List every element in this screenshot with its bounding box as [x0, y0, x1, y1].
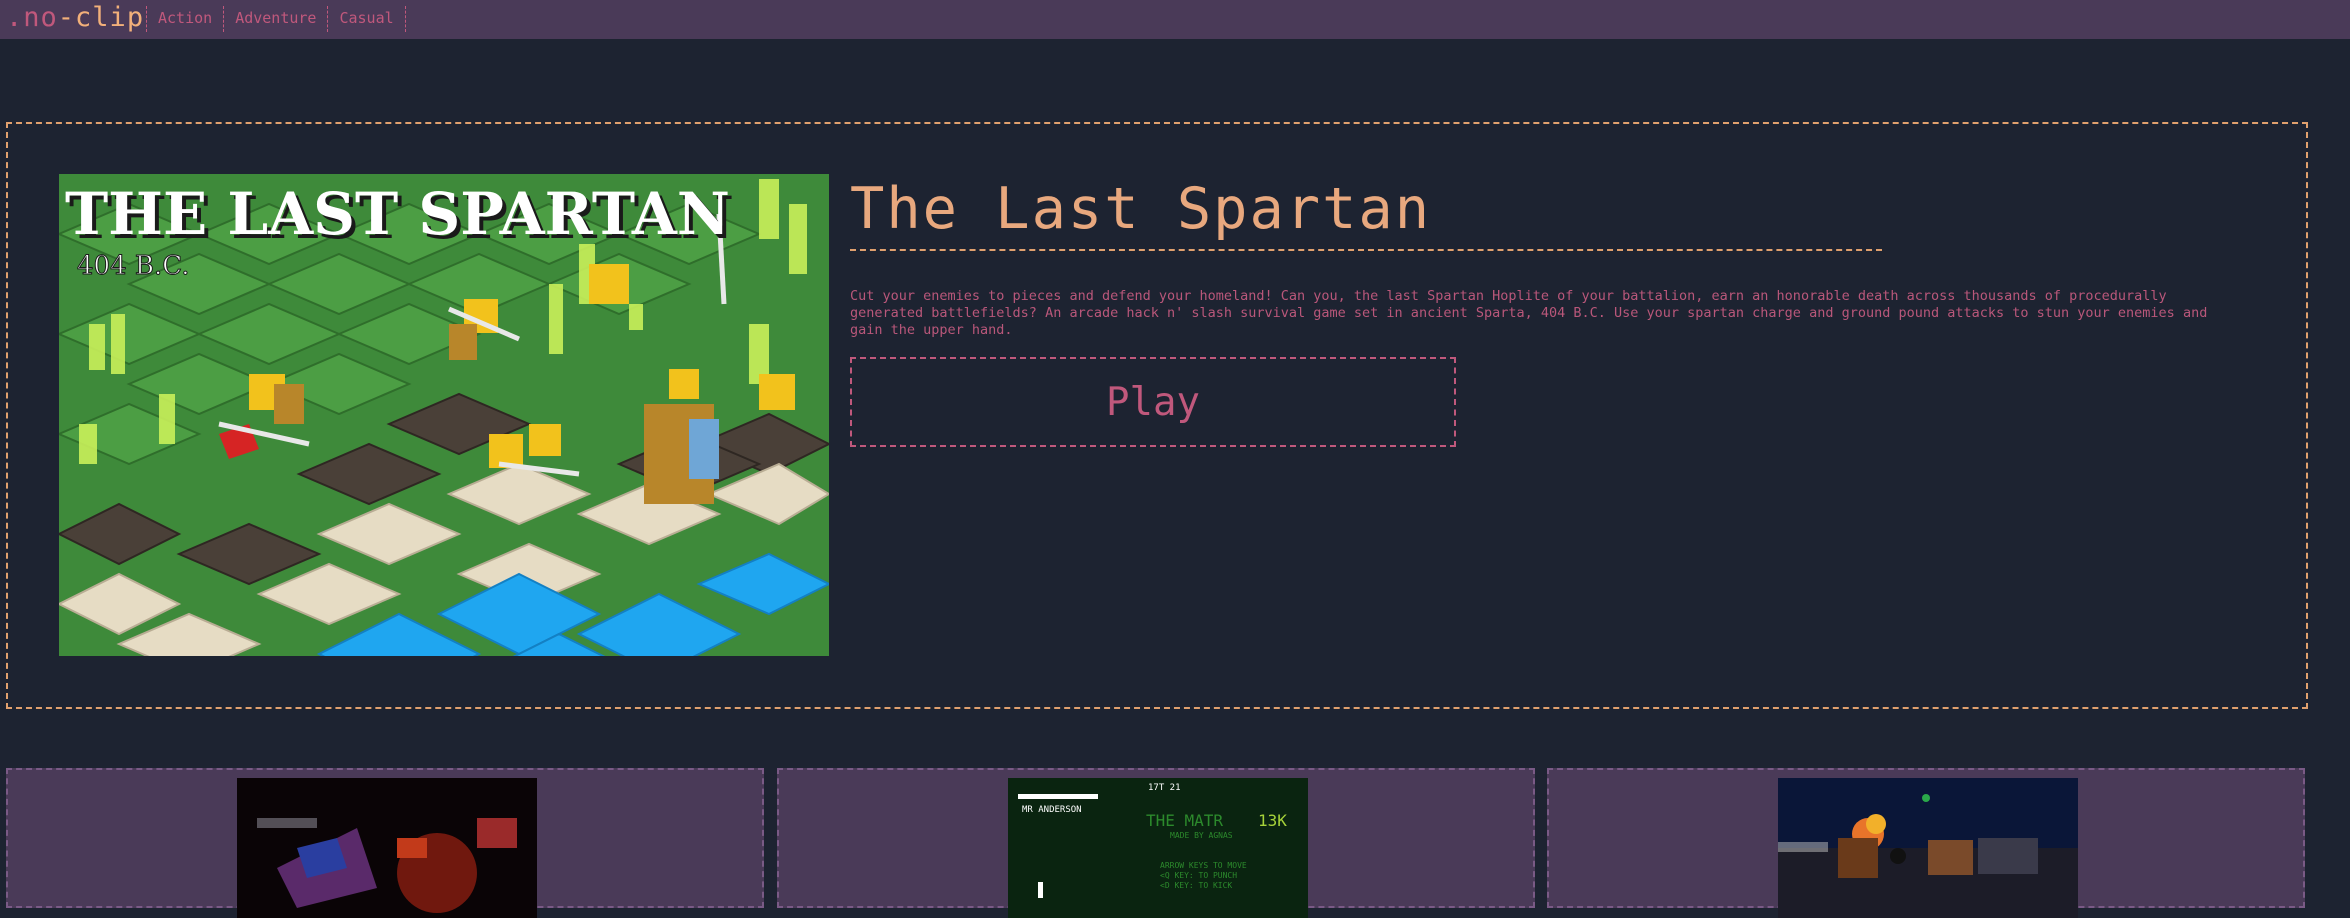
top-nav-bar: .no-clip Action Adventure Casual [0, 0, 2350, 39]
game-thumbnail[interactable] [237, 778, 537, 918]
game-thumbnail-art: MR ANDERSON 17T 21 THE MATR 13K MADE BY … [1008, 778, 1308, 918]
thumb-text-arrow-keys: ARROW KEYS TO MOVE [1160, 861, 1247, 870]
thumb-text-timer: 17T 21 [1148, 783, 1181, 793]
game-thumbnail-art [1778, 778, 2078, 918]
game-thumbnail-art [237, 778, 537, 918]
nav-link-action[interactable]: Action [146, 6, 223, 32]
game-thumbnail[interactable] [1778, 778, 2078, 918]
game-card[interactable] [6, 768, 764, 918]
logo-dash: - [57, 2, 76, 33]
game-card[interactable] [1547, 768, 2305, 918]
spartan-artwork: THE LAST SPARTAN THE LAST SPARTAN 404 B.… [59, 174, 829, 656]
category-nav: Action Adventure Casual [146, 6, 406, 32]
logo-clip: clip [75, 2, 145, 33]
featured-game-title: The Last Spartan [850, 176, 1432, 242]
thumb-text-made-by: MADE BY AGNAS [1170, 831, 1233, 840]
game-card[interactable]: MR ANDERSON 17T 21 THE MATR 13K MADE BY … [777, 768, 1535, 918]
thumb-text-mr-anderson: MR ANDERSON [1022, 805, 1082, 815]
thumb-text-title: THE MATR [1146, 811, 1223, 830]
game-thumbnail[interactable]: MR ANDERSON 17T 21 THE MATR 13K MADE BY … [1008, 778, 1308, 918]
thumb-text-13k: 13K [1258, 811, 1287, 830]
art-subtitle: 404 B.C. [77, 251, 190, 281]
thumb-text-kick: <D KEY: TO KICK [1160, 881, 1232, 890]
title-divider [850, 249, 1882, 251]
nav-link-adventure[interactable]: Adventure [223, 6, 327, 32]
logo-dot: . [6, 2, 24, 33]
thumb-text-punch: <Q KEY: TO PUNCH [1160, 871, 1237, 880]
featured-game-description: Cut your enemies to pieces and defend yo… [850, 288, 2208, 338]
featured-game-panel: THE LAST SPARTAN THE LAST SPARTAN 404 B.… [6, 122, 2308, 709]
art-title: THE LAST SPARTAN [65, 180, 730, 248]
logo-no: no [23, 2, 58, 33]
nav-link-casual[interactable]: Casual [327, 6, 406, 32]
play-button[interactable]: Play [850, 357, 1456, 447]
site-logo[interactable]: .no-clip [6, 0, 144, 39]
featured-game-image[interactable]: THE LAST SPARTAN THE LAST SPARTAN 404 B.… [59, 174, 829, 656]
